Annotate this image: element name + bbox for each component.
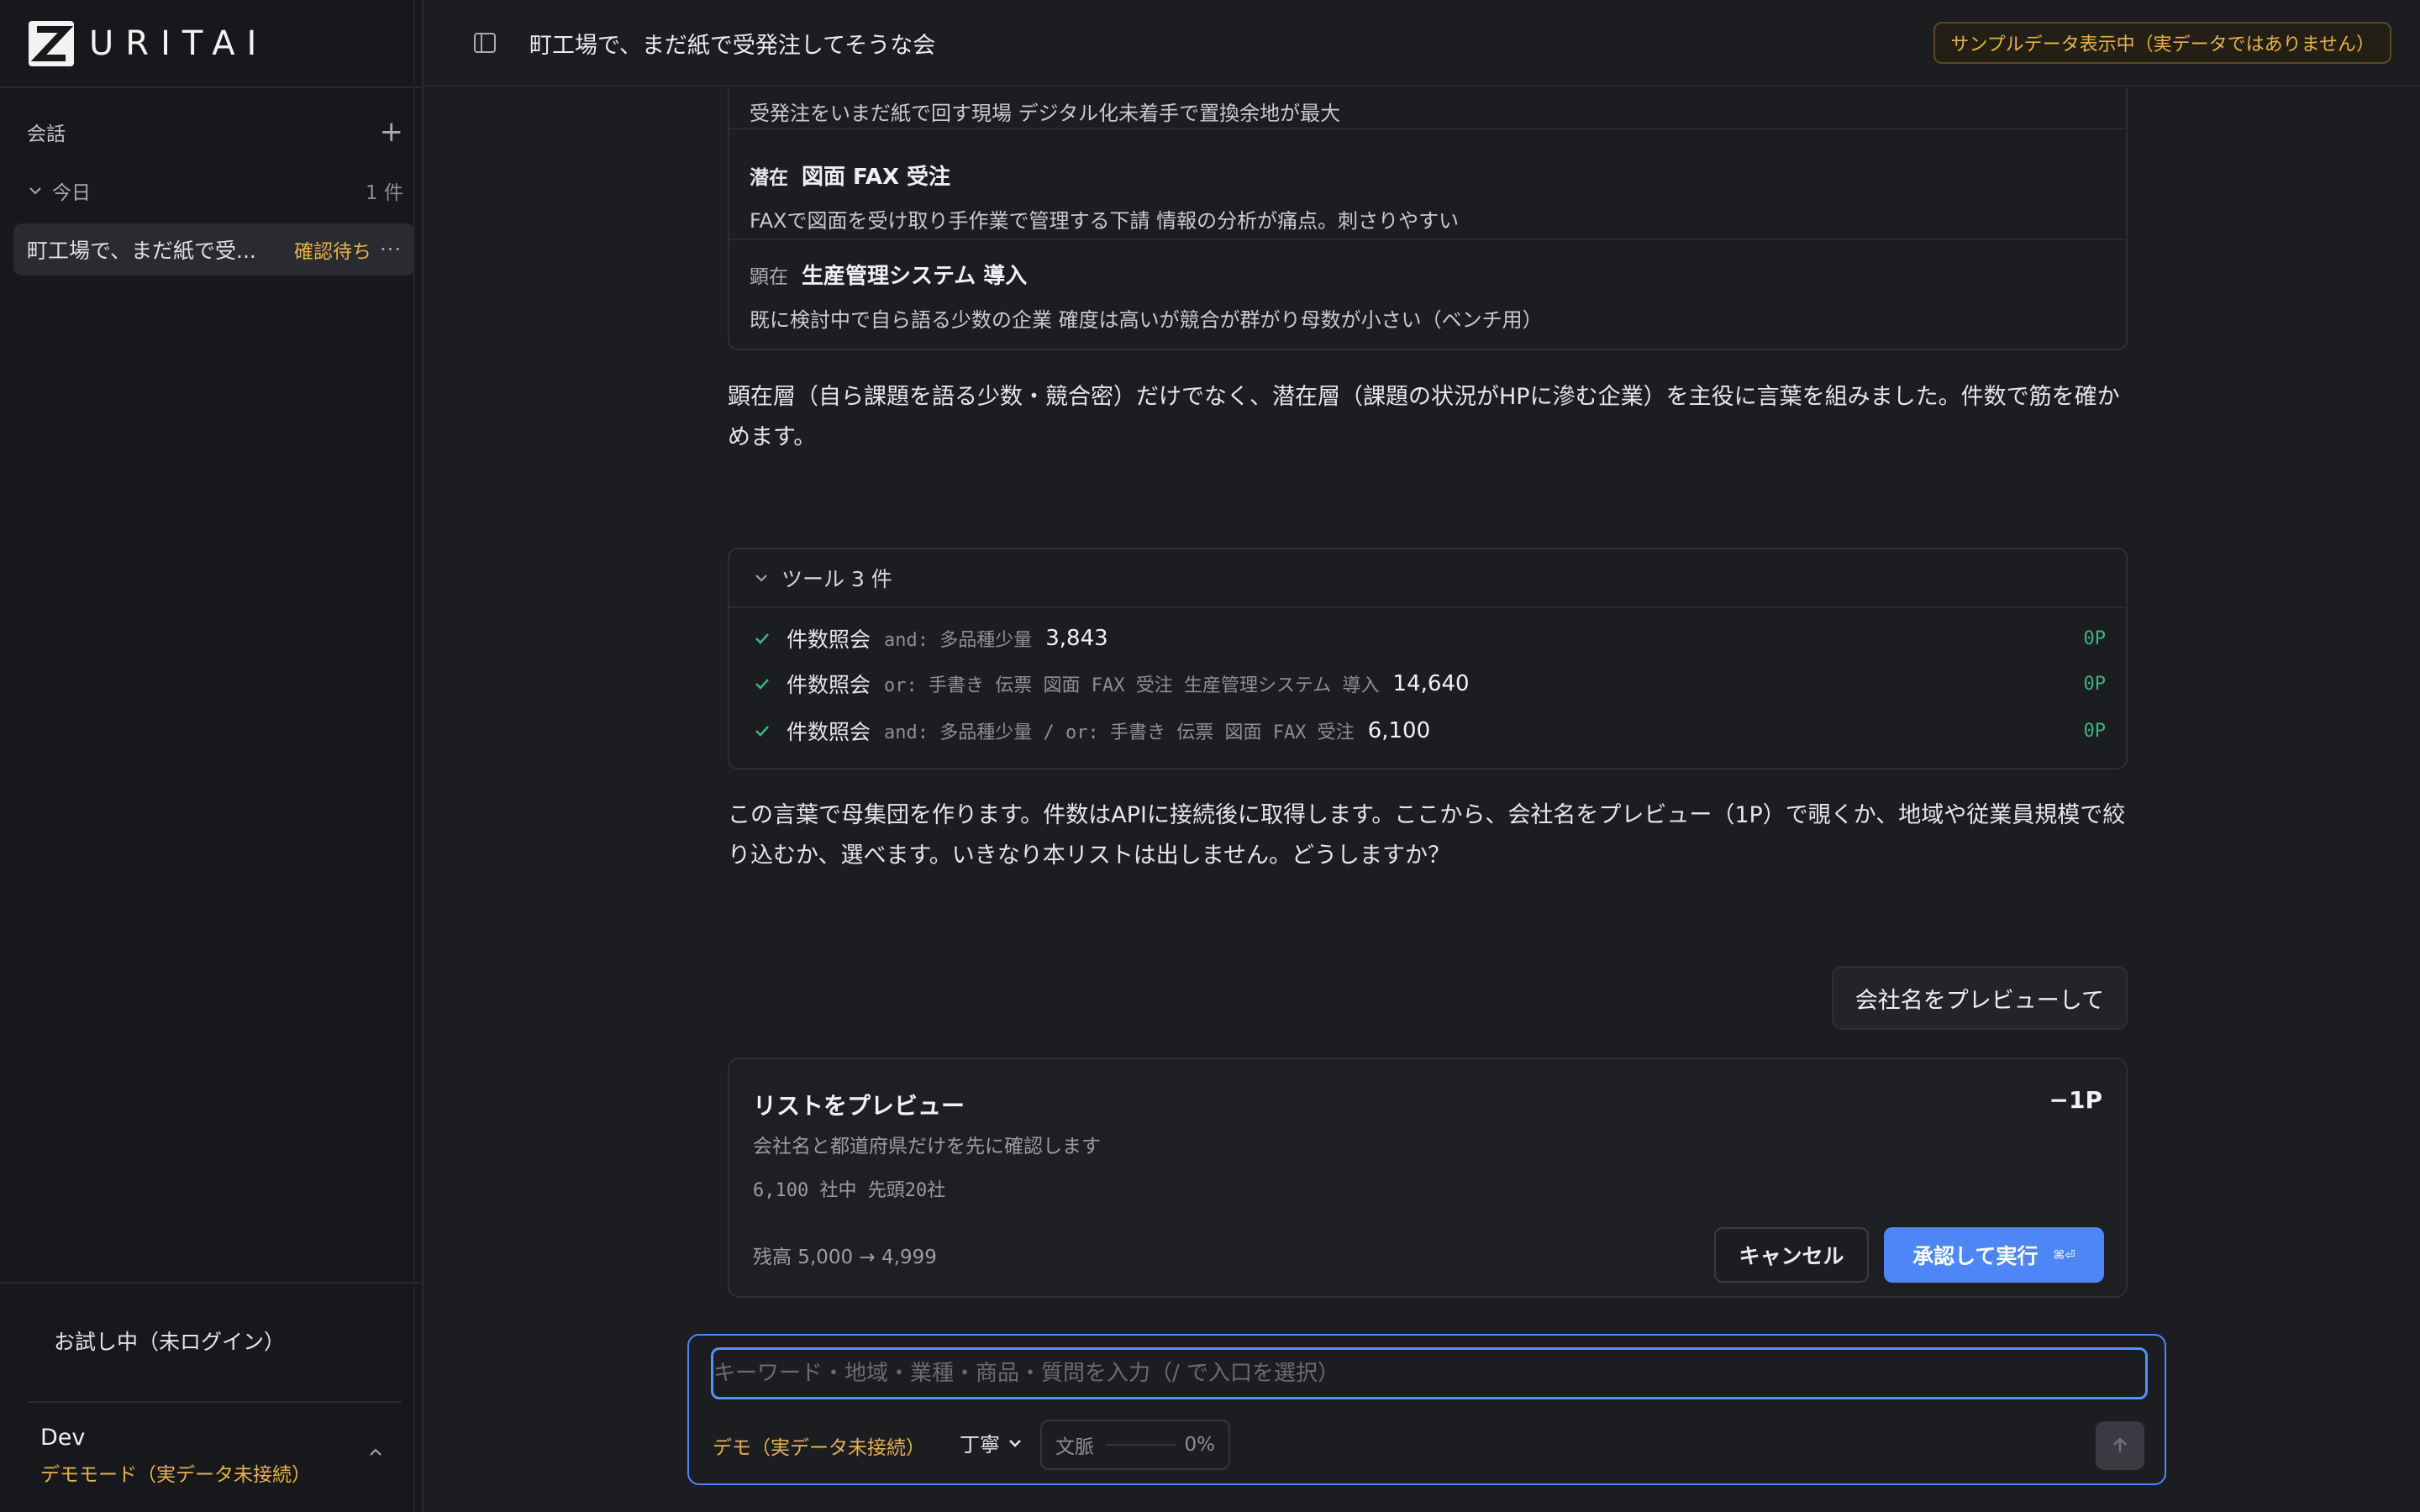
composer: デモ（実データ未接続） 丁寧 文脈 0% [687, 1334, 2166, 1485]
sample-data-badge: サンプルデータ表示中（実データではありません） [1933, 22, 2391, 64]
logo-icon [29, 21, 74, 66]
tools-label: ツール 3 件 [781, 567, 892, 591]
chat-input[interactable] [711, 1347, 2148, 1399]
user-message: 会社名をプレビューして [1831, 966, 2128, 1030]
tool-count: 3,843 [1045, 626, 1108, 651]
tool-cost: 0P [2083, 673, 2107, 695]
keyword-row: 顕在 生産管理システム 導入 既に検討中で自ら語る少数の企業 確度は高いが競合が… [729, 239, 2126, 349]
cost-badge: −1P [2049, 1086, 2102, 1114]
tool-cost: 0P [2083, 720, 2107, 742]
tool-name: 件数照会 [786, 673, 871, 697]
assistant-message: この言葉で母集団を作ります。件数はAPIに接続後に取得します。ここから、会社名を… [728, 802, 2126, 869]
tool-count: 6,100 [1367, 718, 1431, 743]
plus-icon[interactable]: + [380, 118, 404, 146]
chevron-down-icon [1009, 1439, 1021, 1447]
more-icon[interactable]: ··· [380, 238, 402, 261]
sidebar-toggle-icon[interactable] [472, 30, 497, 55]
section-label: 会話 [27, 123, 66, 145]
keyword-tag: 顕在 [750, 266, 788, 288]
sidebar-conversation-item[interactable]: 町工場で、まだ紙で受... 確認待ち ··· [13, 223, 415, 276]
keyword-row: 受発注をいまだ紙で回す現場 デジタル化未着手で置換余地が最大 [729, 97, 2126, 126]
chat-area[interactable]: 受発注をいまだ紙で回す現場 デジタル化未着手で置換余地が最大 潜在 図面 FAX… [425, 88, 2420, 1512]
context-label: 文脈 [1055, 1436, 1094, 1458]
chevron-down-icon [29, 187, 41, 195]
keyword-term: 図面 FAX 受注 [802, 165, 951, 190]
keyword-card: 受発注をいまだ紙で回す現場 デジタル化未着手で置換余地が最大 潜在 図面 FAX… [728, 88, 2128, 350]
context-progress-bar [1106, 1444, 1176, 1446]
trial-status[interactable]: お試し中（未ログイン） [54, 1326, 285, 1356]
card-meta: 6,100 社中 先頭20社 [753, 1180, 946, 1201]
divider [0, 1282, 422, 1284]
tool-query: and: 多品種少量 [884, 630, 1033, 651]
tool-call-row: 件数照会 and: 多品種少量 3,843 0P [753, 622, 2106, 655]
approve-button[interactable]: 承認して実行 ⌘⏎ [1884, 1227, 2104, 1283]
assistant-message: 顕在層（自ら課題を語る少数・競合密）だけでなく、潜在層（課題の状況がHPに滲む企… [728, 384, 2120, 450]
conversation-title: 町工場で、まだ紙で受... [27, 239, 256, 263]
approve-label: 承認して実行 [1912, 1244, 2039, 1268]
card-title: リストをプレビュー [753, 1092, 965, 1120]
chevron-down-icon [755, 575, 767, 582]
tool-call-row: 件数照会 and: 多品種少量 / or: 手書き 伝票 図面 FAX 受注 6… [753, 714, 2106, 748]
cancel-button[interactable]: キャンセル [1714, 1227, 1869, 1283]
context-meter: 文脈 0% [1040, 1420, 1230, 1470]
check-icon [755, 679, 769, 690]
sidebar: URITAI 会話 + 今日 1 件 町工場で、まだ紙で受... 確認待ち ··… [0, 0, 424, 1512]
keyword-term: 生産管理システム 導入 [802, 264, 1028, 289]
tone-value: 丁寧 [960, 1433, 1000, 1457]
group-count: 1 件 [366, 182, 403, 204]
divider [27, 1401, 402, 1403]
keyword-row: 潜在 図面 FAX 受注 FAXで図面を受け取り手作業で管理する下請 情報の分析… [729, 128, 2126, 239]
group-today[interactable]: 今日 1 件 [27, 176, 403, 205]
tool-query: and: 多品種少量 / or: 手書き 伝票 図面 FAX 受注 [884, 722, 1355, 743]
top-bar: 町工場で、まだ紙で受発注してそうな会 サンプルデータ表示中（実データではありませ… [425, 0, 2420, 87]
tool-call-row: 件数照会 or: 手書き 伝票 図面 FAX 受注 生産管理システム 導入 14… [753, 667, 2106, 701]
chevron-up-icon[interactable] [366, 1443, 385, 1462]
demo-mode-label: デモ（実データ未接続） [713, 1437, 925, 1459]
status-badge: 確認待ち [294, 241, 371, 263]
page-title: 町工場で、まだ紙で受発注してそうな会 [529, 33, 936, 59]
app-window: URITAI 会話 + 今日 1 件 町工場で、まだ紙で受... 確認待ち ··… [0, 0, 2420, 1512]
keyword-description: FAXで図面を受け取り手作業で管理する下請 情報の分析が痛点。刺さりやすい [750, 209, 1460, 233]
brand-logo[interactable]: URITAI [27, 18, 268, 69]
arrow-up-icon [2113, 1437, 2127, 1452]
tone-select[interactable]: 丁寧 [960, 1428, 1023, 1457]
tool-count: 14,640 [1392, 671, 1470, 696]
tools-panel: ツール 3 件 件数照会 and: 多品種少量 3,843 0P 件数照会 or… [728, 548, 2128, 769]
user-mode: デモモード（実データ未接続） [40, 1464, 311, 1486]
card-subtitle: 会社名と都道府県だけを先に確認します [753, 1136, 1101, 1158]
conversations-section-header: 会話 + [27, 118, 403, 146]
send-button[interactable] [2096, 1421, 2144, 1470]
user-name[interactable]: Dev [40, 1425, 85, 1451]
preview-confirm-card: リストをプレビュー −1P 会社名と都道府県だけを先に確認します 6,100 社… [728, 1058, 2128, 1298]
tool-query: or: 手書き 伝票 図面 FAX 受注 生産管理システム 導入 [884, 675, 1380, 696]
group-label: 今日 [52, 182, 91, 204]
shortcut-hint: ⌘⏎ [2053, 1247, 2075, 1263]
brand-name: URITAI [89, 24, 269, 63]
keyword-tag: 潜在 [750, 167, 788, 189]
keyword-description: 既に検討中で自ら語る少数の企業 確度は高いが競合が群がり母数が小さい（ベンチ用） [750, 308, 1543, 332]
tools-toggle[interactable]: ツール 3 件 [729, 549, 2126, 608]
keyword-description: 受発注をいまだ紙で回す現場 デジタル化未着手で置換余地が最大 [750, 102, 1341, 125]
tool-name: 件数照会 [786, 720, 871, 744]
balance-text: 残高 5,000 → 4,999 [753, 1247, 937, 1268]
divider [0, 87, 422, 88]
context-percentage: 0% [1184, 1434, 1216, 1456]
check-icon [755, 726, 769, 737]
check-icon [755, 633, 769, 644]
tool-name: 件数照会 [786, 627, 871, 652]
tool-cost: 0P [2083, 627, 2107, 649]
